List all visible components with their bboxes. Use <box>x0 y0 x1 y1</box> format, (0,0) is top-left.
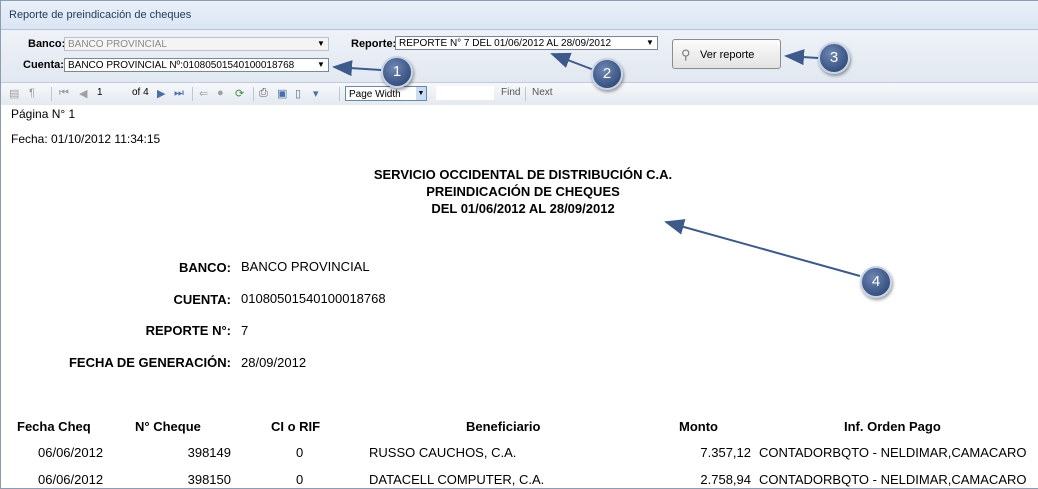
ver-reporte-label: Ver reporte <box>700 49 755 61</box>
table-cell: 06/06/2012 <box>38 445 104 460</box>
page-number-input[interactable]: 1 <box>97 87 125 100</box>
table-cell: 0 <box>296 472 304 487</box>
table-cell: 06/06/2012 <box>38 472 104 487</box>
magnifier-icon: ⚲ <box>681 47 691 62</box>
ver-reporte-button[interactable]: ⚲ Ver reporte <box>672 39 781 69</box>
field-value-cuenta: 01080501540100018768 <box>241 291 386 306</box>
find-link[interactable]: Find <box>501 87 520 98</box>
first-page-icon[interactable]: ⏮ <box>59 87 69 100</box>
chevron-down-icon: ▼ <box>416 87 426 100</box>
table-cell: CONTADORBQTO - NELDIMAR,CAMACARO <box>759 472 1027 487</box>
table-cell: 2.758,94 <box>700 472 751 487</box>
field-value-reporte: 7 <box>241 323 249 338</box>
next-link[interactable]: Next <box>532 87 553 98</box>
zoom-value: Page Width <box>349 89 401 100</box>
toolbar-divider <box>51 87 52 101</box>
banco-select[interactable]: BANCO PROVINCIAL ▼ <box>64 37 329 51</box>
column-header: N° Cheque <box>135 419 201 434</box>
callout-badge-3: 3 <box>818 42 850 74</box>
report-window: Reporte de preindicación de cheques Banc… <box>0 0 1038 489</box>
column-header: Fecha Cheq <box>17 419 91 434</box>
last-page-icon[interactable]: ⏭ <box>174 87 184 100</box>
back-icon[interactable]: ⇐ <box>199 87 208 100</box>
table-cell: 398149 <box>187 445 231 460</box>
report-title-line1: SERVICIO OCCIDENTAL DE DISTRIBUCIÓN C.A. <box>373 167 673 182</box>
banco-select-value: BANCO PROVINCIAL <box>68 39 167 50</box>
print-layout-icon[interactable]: ▣ <box>277 87 287 100</box>
table-cell: DATACELL COMPUTER, C.A. <box>369 472 545 487</box>
report-title-line3: DEL 01/06/2012 AL 28/09/2012 <box>431 201 615 216</box>
banco-label: Banco: <box>28 38 66 50</box>
page-setup-icon[interactable]: ▯ <box>295 87 301 100</box>
column-header: CI o RIF <box>271 419 321 434</box>
field-label-cuenta: CUENTA: <box>173 292 231 307</box>
page-total: of 4 <box>132 87 149 98</box>
cuenta-label: Cuenta: <box>23 59 64 71</box>
column-header: Inf. Orden Pago <box>844 419 941 434</box>
cuenta-select-value: BANCO PROVINCIAL Nº:01080501540100018768 <box>68 60 295 71</box>
find-input[interactable] <box>436 86 494 100</box>
next-page-icon[interactable]: ▶ <box>157 87 165 100</box>
field-value-banco: BANCO PROVINCIAL <box>241 259 370 274</box>
toolbar-divider <box>253 87 254 101</box>
report-date-text: Fecha: 01/10/2012 11:34:15 <box>11 132 161 146</box>
field-value-fecha-generacion: 28/09/2012 <box>241 355 307 370</box>
toolbar-divider <box>192 87 193 101</box>
refresh-icon[interactable]: ⟳ <box>235 87 244 100</box>
reporte-select-value: REPORTE N° 7 DEL 01/06/2012 AL 28/09/201… <box>399 38 612 49</box>
export-icon[interactable]: ▾ <box>313 87 319 100</box>
stop-icon[interactable]: ● <box>217 87 224 99</box>
table-cell: 0 <box>296 445 304 460</box>
previous-page-icon[interactable]: ◀ <box>79 87 87 100</box>
document-map-icon[interactable]: ▤ <box>9 87 19 100</box>
callout-badge-2: 2 <box>591 58 623 90</box>
reporte-select[interactable]: REPORTE N° 7 DEL 01/06/2012 AL 28/09/201… <box>395 36 658 50</box>
field-label-banco: BANCO: <box>179 260 231 275</box>
report-page: Página N° 1 Fecha: 01/10/2012 11:34:15 S… <box>1 105 1038 488</box>
page-number-text: Página N° 1 <box>11 107 76 121</box>
column-header: Monto <box>679 419 718 434</box>
report-viewer-toolbar: ▤ ¶ ⏮ ◀ 1 of 4 ▶ ⏭ ⇐ ● ⟳ ⎙ ▣ ▯ ▾ Find Ne… <box>1 83 1038 106</box>
field-label-reporte: REPORTE N°: <box>145 323 231 338</box>
parameter-panel: Banco: BANCO PROVINCIAL ▼ Cuenta: BANCO … <box>1 30 1038 83</box>
table-cell: 398150 <box>187 472 231 487</box>
table-cell: RUSSO CAUCHOS, C.A. <box>369 445 517 460</box>
table-cell: 7.357,12 <box>700 445 751 460</box>
chevron-down-icon: ▼ <box>317 39 325 48</box>
reporte-label: Reporte: <box>351 38 397 50</box>
callout-badge-4: 4 <box>860 266 892 298</box>
toolbar-divider <box>525 87 526 101</box>
parameters-icon[interactable]: ¶ <box>29 87 35 99</box>
report-title-line2: PREINDICACIÓN DE CHEQUES <box>426 184 620 199</box>
window-title: Reporte de preindicación de cheques <box>9 9 192 21</box>
toolbar-divider <box>339 87 340 101</box>
callout-badge-1: 1 <box>381 56 413 88</box>
column-header: Beneficiario <box>466 419 541 434</box>
zoom-select[interactable]: Page Width ▼ <box>345 86 427 101</box>
chevron-down-icon: ▼ <box>317 60 325 69</box>
cuenta-select[interactable]: BANCO PROVINCIAL Nº:01080501540100018768… <box>64 58 329 72</box>
field-label-fecha-generacion: FECHA DE GENERACIÓN: <box>68 355 231 370</box>
chevron-down-icon: ▼ <box>646 38 654 47</box>
print-icon[interactable]: ⎙ <box>259 87 268 100</box>
table-cell: CONTADORBQTO - NELDIMAR,CAMACARO <box>759 445 1027 460</box>
title-bar: Reporte de preindicación de cheques <box>1 1 1038 30</box>
